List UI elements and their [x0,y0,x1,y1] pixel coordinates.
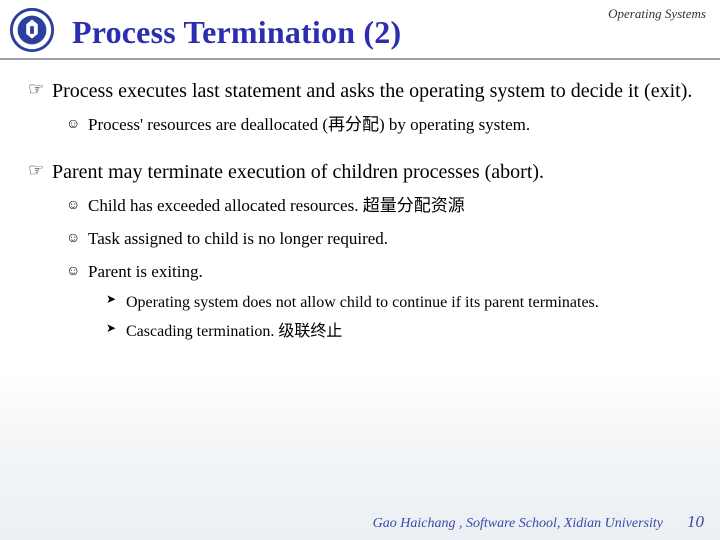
bullet-text: Operating system does not allow child to… [126,292,599,314]
arrow-icon: ➤ [106,292,126,308]
bullet-level3: ➤ Operating system does not allow child … [106,292,696,314]
hand-point-icon: ☞ [28,159,52,182]
bullet-level2: ☺ Parent is exiting. [66,261,696,284]
arrow-icon: ➤ [106,321,126,337]
bullet-text: Process' resources are deallocated (再分配)… [88,114,530,137]
slide-body: ☞ Process executes last statement and as… [28,72,696,345]
bullet-text: Parent is exiting. [88,261,203,284]
sun-icon: ☺ [66,228,88,246]
page-number: 10 [687,512,704,532]
bullet-level1: ☞ Process executes last statement and as… [28,78,696,104]
course-label: Operating Systems [608,6,706,22]
bullet-level2: ☺ Task assigned to child is no longer re… [66,228,696,251]
sun-icon: ☺ [66,114,88,132]
bullet-text: Child has exceeded allocated resources. … [88,195,465,218]
bullet-level3: ➤ Cascading termination. 级联终止 [106,321,696,343]
bullet-text: Process executes last statement and asks… [52,78,692,104]
title-underline [0,58,720,60]
hand-point-icon: ☞ [28,78,52,101]
bullet-text: Parent may terminate execution of childr… [52,159,544,185]
sun-icon: ☺ [66,195,88,213]
footer-attribution: Gao Haichang , Software School, Xidian U… [373,516,663,532]
bullet-level2: ☺ Child has exceeded allocated resources… [66,195,696,218]
slide-footer: Gao Haichang , Software School, Xidian U… [373,512,704,532]
bullet-text: Cascading termination. 级联终止 [126,321,342,343]
bullet-level2: ☺ Process' resources are deallocated (再分… [66,114,696,137]
bullet-level1: ☞ Parent may terminate execution of chil… [28,159,696,185]
sun-icon: ☺ [66,261,88,279]
slide-title: Process Termination (2) [72,14,401,51]
bullet-text: Task assigned to child is no longer requ… [88,228,388,251]
university-logo [8,6,56,54]
